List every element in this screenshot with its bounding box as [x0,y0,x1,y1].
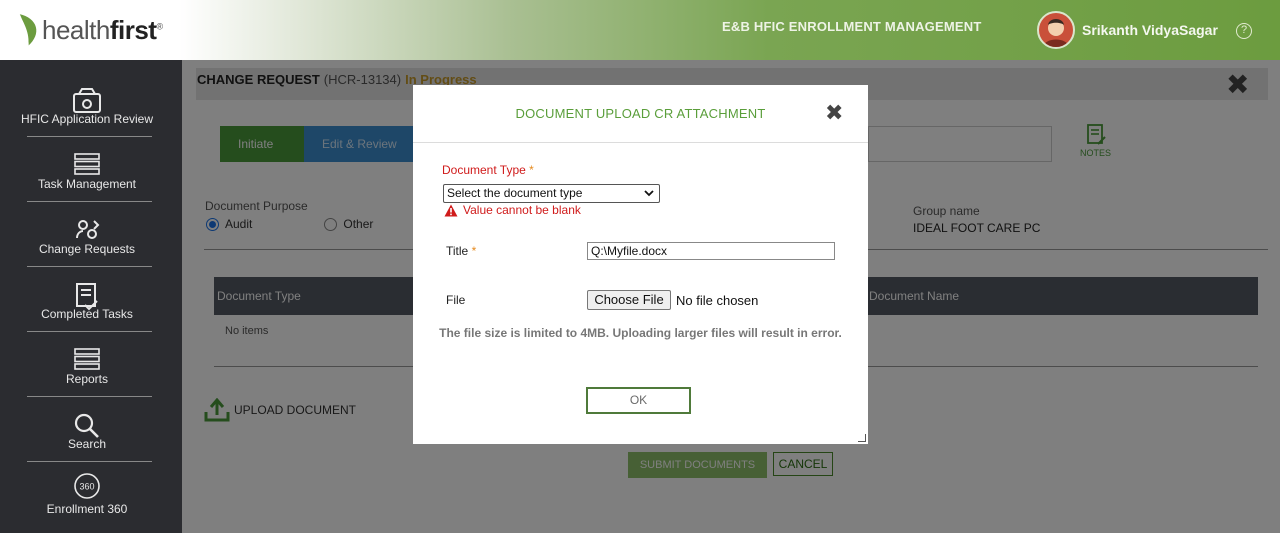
title-label: Title * [446,244,477,258]
sidebar-item-label: Change Requests [38,242,136,256]
top-header: healthfirst® E&B HFIC ENROLLMENT MANAGEM… [0,0,1280,60]
document-upload-modal: DOCUMENT UPLOAD CR ATTACHMENT ✖ Document… [413,85,868,444]
enrollment-360-icon: 360 [74,473,100,499]
required-marker: * [529,163,534,177]
modal-divider [413,142,868,143]
file-status: No file chosen [676,293,759,308]
user-name[interactable]: Srikanth VidyaSagar [1082,22,1218,38]
user-avatar[interactable] [1037,11,1075,49]
error-text: Value cannot be blank [463,203,581,217]
app-title: E&B HFIC ENROLLMENT MANAGEMENT [722,19,982,34]
modal-title: DOCUMENT UPLOAD CR ATTACHMENT [515,106,766,121]
resize-handle[interactable] [858,434,866,442]
sidebar-item-label: Enrollment 360 [46,502,128,516]
validation-error: Value cannot be blank [444,203,581,217]
sidebar-item-enrollment-360[interactable]: 360 Enrollment 360 [22,462,152,527]
sidebar-item-label: HFIC Application Review [20,112,154,126]
warning-icon [444,204,458,216]
leaf-logo-icon [18,13,37,47]
app-review-icon [73,88,101,113]
server-stack-icon [74,348,100,370]
sidebar-item-task-management[interactable]: Task Management [22,137,152,202]
choose-file-button[interactable]: Choose File [587,290,671,310]
sidebar-item-label: Completed Tasks [41,307,133,321]
sidebar-item-label: Task Management [37,177,137,191]
sidebar-item-completed-tasks[interactable]: Completed Tasks [22,267,152,332]
avatar-icon [1039,13,1073,47]
file-size-note: The file size is limited to 4MB. Uploadi… [439,326,842,340]
enrollment-360-icon-text: 360 [79,482,94,492]
file-label: File [446,293,466,307]
document-type-select[interactable]: Select the document type [443,184,660,203]
modal-close-icon[interactable]: ✖ [825,102,843,124]
document-type-label: Document Type * [442,163,534,177]
logo-text: healthfirst® [42,14,163,45]
sidebar-item-label: Search [67,437,107,451]
chevron-down-icon [644,190,654,197]
required-marker: * [471,244,477,258]
sidebar: HFIC Application Review Task Management … [0,60,182,533]
help-icon[interactable]: ? [1236,23,1252,39]
sidebar-item-hfic-application-review[interactable]: HFIC Application Review [21,72,153,137]
title-input[interactable]: Q:\Myfile.docx [587,242,835,260]
ok-button[interactable]: OK [586,387,691,414]
sidebar-item-search[interactable]: Search [22,397,152,462]
sidebar-item-label: Reports [65,372,109,386]
search-icon [74,413,99,438]
change-requests-icon [76,220,100,239]
sidebar-item-reports[interactable]: Reports [22,332,152,397]
server-stack-icon [74,153,100,175]
healthfirst-logo[interactable]: healthfirst® [16,12,163,48]
sidebar-item-change-requests[interactable]: Change Requests [22,202,152,267]
